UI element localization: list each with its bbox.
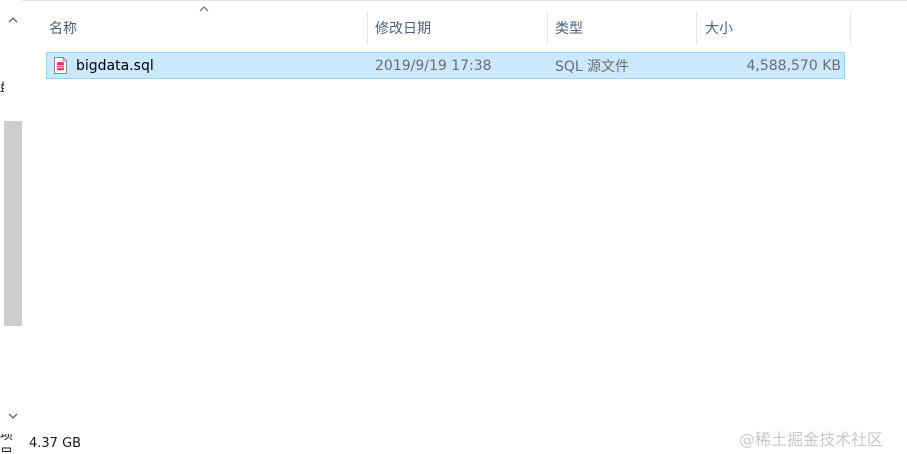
column-header-modified[interactable]: 修改日期 xyxy=(371,11,547,45)
file-modified-date: 2019/9/19 17:38 xyxy=(375,57,492,74)
scroll-up-button[interactable] xyxy=(4,10,22,28)
file-size: 4,588,570 KB xyxy=(746,57,842,74)
column-divider[interactable] xyxy=(696,11,697,45)
chevron-up-icon xyxy=(8,16,18,22)
chevron-down-icon xyxy=(8,413,18,419)
column-divider[interactable] xyxy=(850,11,851,45)
file-type: SQL 源文件 xyxy=(555,58,630,75)
column-divider[interactable] xyxy=(367,11,368,45)
status-selection-size: 4.37 GB xyxy=(29,435,82,451)
column-header-size[interactable]: 大小 xyxy=(701,11,850,45)
status-selection-label: 项目 xyxy=(0,434,14,452)
top-divider xyxy=(22,0,907,1)
column-header-name[interactable]: 名称 xyxy=(45,11,367,45)
file-name[interactable]: bigdata.sql xyxy=(76,52,154,79)
scroll-down-button[interactable] xyxy=(4,407,22,425)
column-divider[interactable] xyxy=(547,11,548,45)
scrollbar-thumb[interactable] xyxy=(4,121,22,326)
column-header-type[interactable]: 类型 xyxy=(551,11,696,45)
sql-file-icon xyxy=(53,57,68,74)
watermark: @稀土掘金技术社区 xyxy=(739,430,884,449)
